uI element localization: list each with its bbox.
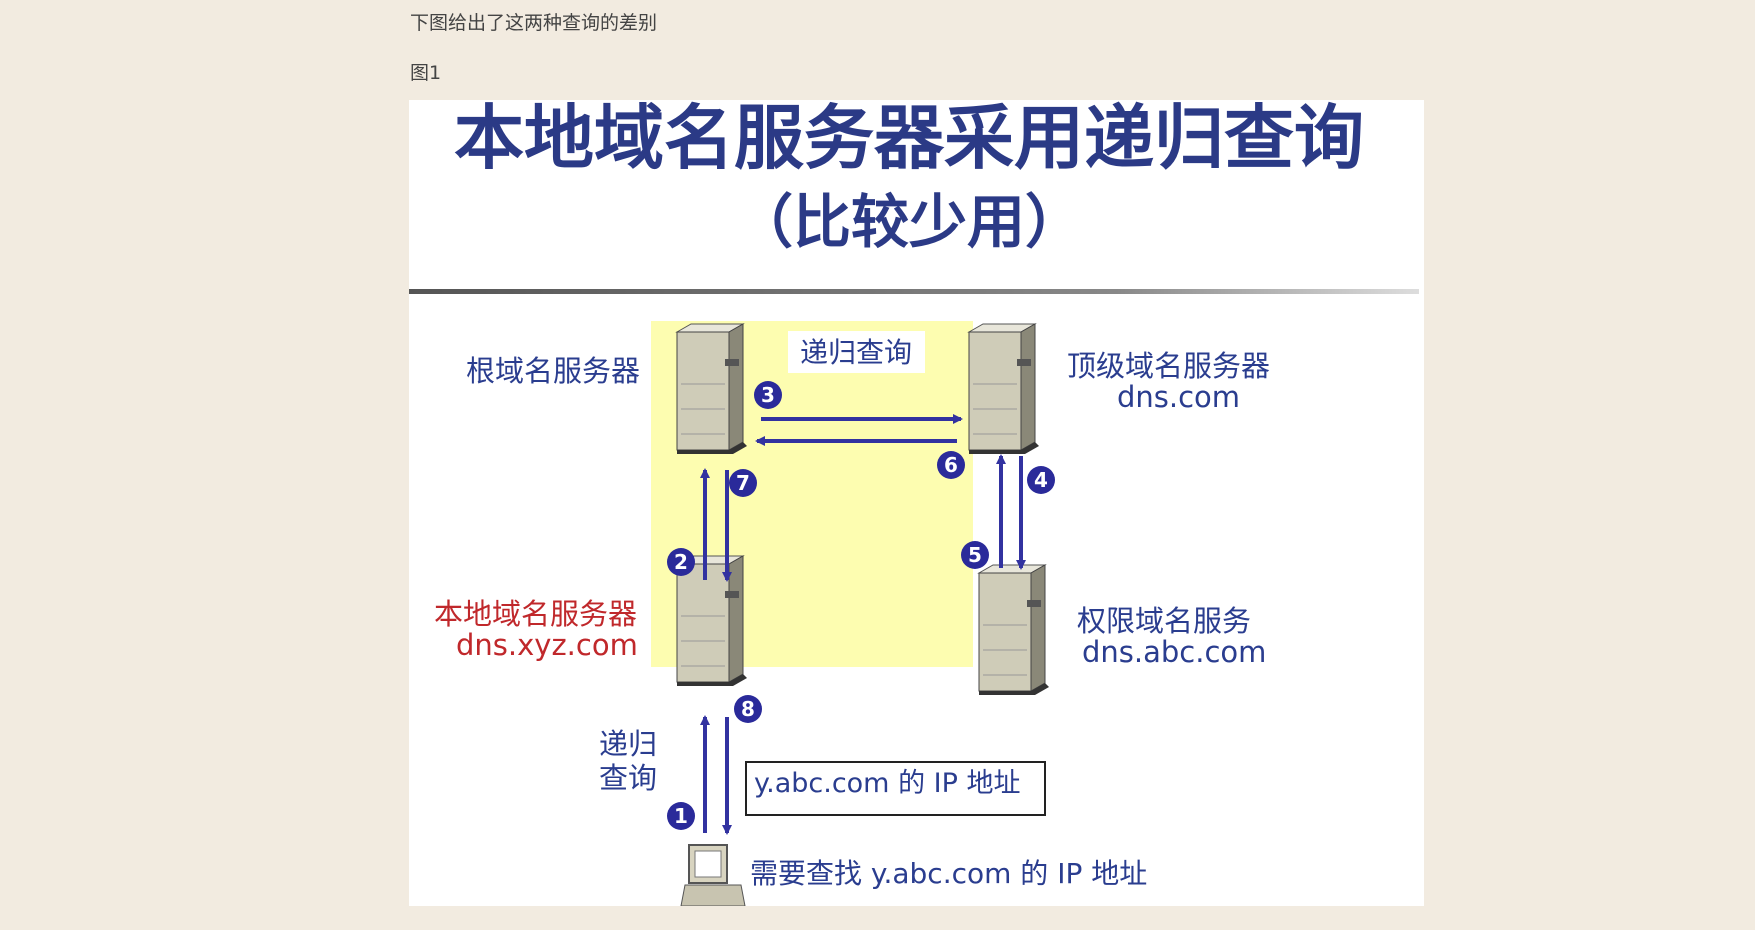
auth-server-domain: dns.abc.com bbox=[1082, 635, 1266, 669]
step-marker-4: 4 bbox=[1027, 466, 1055, 494]
client-computer-icon bbox=[680, 844, 746, 906]
root-server-label: 根域名服务器 bbox=[466, 354, 640, 388]
auth-server-label: 权限域名服务 bbox=[1077, 604, 1251, 638]
auth-server-icon bbox=[978, 564, 1050, 696]
svg-text:5: 5 bbox=[968, 543, 982, 567]
step-marker-6: 6 bbox=[937, 451, 965, 479]
svg-text:7: 7 bbox=[736, 471, 750, 495]
client-query-label-line1: 递归 bbox=[599, 727, 657, 761]
diagram-subtitle: （比较少用） bbox=[735, 188, 1083, 256]
step-marker-8: 8 bbox=[734, 695, 762, 723]
local-server-label: 本地域名服务器 bbox=[434, 597, 637, 631]
dns-diagram: 本地域名服务器采用递归查询 （比较少用） 递归查询 根域名服务器 顶级域名服务器… bbox=[409, 100, 1419, 906]
svg-text:6: 6 bbox=[944, 453, 958, 477]
step-marker-1: 1 bbox=[667, 802, 695, 830]
svg-text:3: 3 bbox=[761, 383, 775, 407]
svg-text:8: 8 bbox=[741, 697, 755, 721]
tld-server-label: 顶级域名服务器 bbox=[1067, 349, 1270, 383]
diagram-title: 本地域名服务器采用递归查询 bbox=[454, 100, 1364, 179]
svg-text:1: 1 bbox=[674, 804, 688, 828]
local-server-icon bbox=[676, 555, 748, 687]
figure-label: 图1 bbox=[410, 62, 442, 84]
root-server-icon bbox=[676, 323, 748, 455]
tld-server-icon bbox=[968, 323, 1040, 455]
center-label: 递归查询 bbox=[800, 336, 912, 369]
answer-box-text: y.abc.com 的 IP 地址 bbox=[754, 768, 1020, 799]
step-marker-2: 2 bbox=[667, 548, 695, 576]
step-marker-3: 3 bbox=[754, 381, 782, 409]
svg-text:2: 2 bbox=[674, 550, 688, 574]
intro-text: 下图给出了这两种查询的差别 bbox=[410, 12, 658, 34]
dns-recursive-query-figure: 本地域名服务器采用递归查询 （比较少用） 递归查询 根域名服务器 顶级域名服务器… bbox=[409, 100, 1424, 906]
client-label: 需要查找 y.abc.com 的 IP 地址 bbox=[750, 857, 1147, 890]
step-marker-5: 5 bbox=[961, 541, 989, 569]
local-server-domain: dns.xyz.com bbox=[456, 628, 638, 662]
step-marker-7: 7 bbox=[729, 469, 757, 497]
title-separator bbox=[409, 289, 1419, 294]
svg-text:4: 4 bbox=[1034, 468, 1048, 492]
client-query-label-line2: 查询 bbox=[599, 761, 657, 795]
tld-server-domain: dns.com bbox=[1117, 380, 1240, 414]
